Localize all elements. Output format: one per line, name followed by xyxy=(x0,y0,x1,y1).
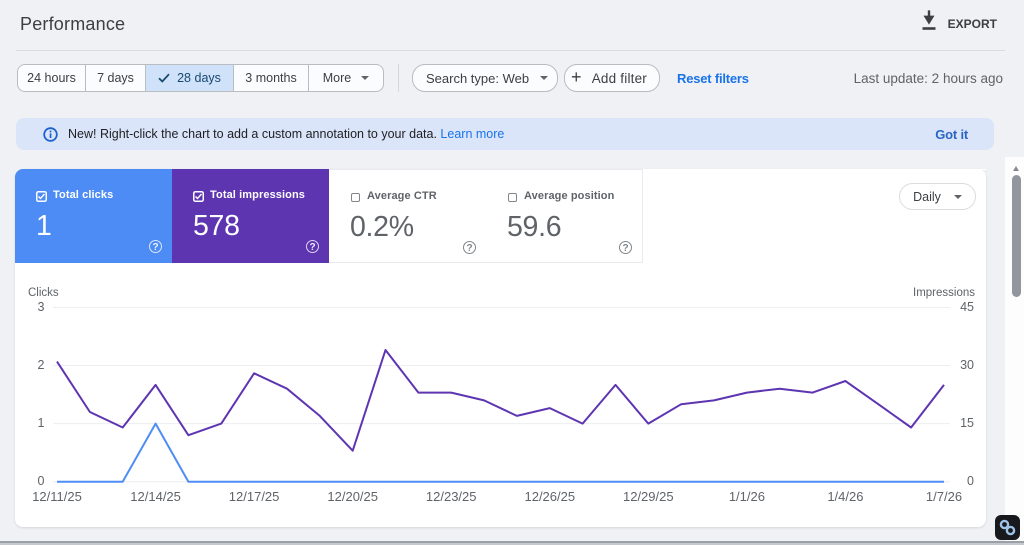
svg-text:12/23/25: 12/23/25 xyxy=(426,489,477,504)
svg-text:1/4/26: 1/4/26 xyxy=(827,489,863,504)
svg-text:12/20/25: 12/20/25 xyxy=(327,489,378,504)
svg-text:0: 0 xyxy=(38,474,45,488)
svg-text:15: 15 xyxy=(960,416,974,430)
svg-text:2: 2 xyxy=(38,358,45,372)
svg-text:Impressions: Impressions xyxy=(913,287,975,299)
svg-text:12/26/25: 12/26/25 xyxy=(524,489,575,504)
svg-text:Clicks: Clicks xyxy=(28,287,59,299)
svg-text:30: 30 xyxy=(960,358,974,372)
svg-text:12/11/25: 12/11/25 xyxy=(32,489,82,504)
svg-text:1/7/26: 1/7/26 xyxy=(926,489,962,504)
svg-text:12/14/25: 12/14/25 xyxy=(130,489,181,504)
svg-text:3: 3 xyxy=(38,300,45,314)
svg-text:45: 45 xyxy=(960,300,974,314)
svg-text:1: 1 xyxy=(38,416,45,430)
svg-text:0: 0 xyxy=(967,474,974,488)
svg-text:1/1/26: 1/1/26 xyxy=(729,489,765,504)
svg-text:12/29/25: 12/29/25 xyxy=(623,489,674,504)
svg-text:12/17/25: 12/17/25 xyxy=(229,489,280,504)
